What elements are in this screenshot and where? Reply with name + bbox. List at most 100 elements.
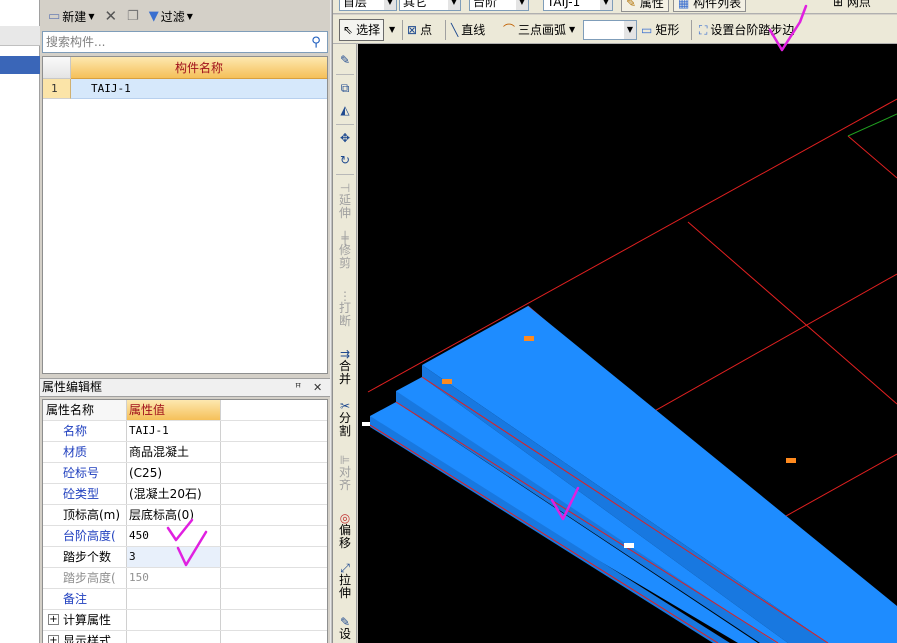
- set-button[interactable]: ✎ 设: [333, 616, 357, 641]
- marker: [624, 543, 634, 548]
- list-item[interactable]: 1 TAIJ-1: [43, 79, 327, 99]
- expand-icon[interactable]: +: [48, 614, 59, 625]
- point-label: 点: [420, 23, 433, 37]
- property-row-concrete-grade[interactable]: 砼标号 (C25): [43, 463, 327, 484]
- property-row-step-count[interactable]: 踏步个数 3: [43, 547, 327, 568]
- rectangle-label: 矩形: [655, 23, 680, 37]
- component-combo[interactable]: TAIJ-1 ▼: [543, 0, 613, 11]
- property-key: 备注: [43, 589, 127, 609]
- extend-label-2: 伸: [338, 206, 351, 220]
- property-value[interactable]: 层底标高(0): [127, 505, 221, 525]
- mirror-button[interactable]: ◭: [333, 104, 357, 116]
- component-list-button[interactable]: ▦ 构件列表: [673, 0, 747, 12]
- category-combo[interactable]: 台阶 ▼: [469, 0, 529, 11]
- component-toolbar: ▭ 新建 ▼ ✕ ❐ ▼ 过滤 ▼: [40, 4, 330, 28]
- search-icon[interactable]: ⚲: [305, 32, 327, 52]
- filter-icon: ▼: [148, 8, 159, 24]
- property-value[interactable]: 450: [127, 526, 221, 546]
- property-group-display[interactable]: + 显示样式: [43, 631, 327, 643]
- rotate-button[interactable]: ↻: [333, 154, 357, 166]
- component-panel: ▭ 新建 ▼ ✕ ❐ ▼ 过滤 ▼ ⚲ 构件名称 1 TAIJ-1: [40, 0, 330, 378]
- delete-component-button[interactable]: ✕: [102, 5, 119, 27]
- merge-label-2: 并: [338, 372, 351, 386]
- stretch-button[interactable]: ⤢ 拉 伸: [333, 562, 357, 600]
- property-value[interactable]: (混凝土20石): [127, 484, 221, 504]
- dropdown-arrow-icon: ▼: [624, 21, 636, 39]
- align-label-2: 齐: [338, 478, 351, 492]
- floor-value: 首层: [343, 0, 368, 9]
- move-icon: ✥: [339, 131, 351, 145]
- trim-label-2: 剪: [338, 256, 351, 270]
- property-group-calc[interactable]: + 计算属性: [43, 610, 327, 631]
- set-step-edge-label: 设置台阶踏步边: [710, 23, 795, 37]
- search-input[interactable]: [43, 33, 305, 51]
- merge-button[interactable]: ⇉ 合 并: [333, 348, 357, 386]
- close-icon[interactable]: ✕: [313, 379, 322, 396]
- pin-icon[interactable]: ꟸ: [295, 379, 301, 396]
- copy-button[interactable]: ⧉: [333, 82, 357, 94]
- column-header-component-name[interactable]: 构件名称: [71, 57, 327, 79]
- property-key: 踏步高度(: [43, 568, 127, 588]
- drawing-canvas[interactable]: [358, 44, 897, 643]
- align-button[interactable]: ⊫ 对 齐: [333, 454, 357, 492]
- new-component-button[interactable]: ▭ 新建 ▼: [46, 5, 96, 27]
- top-toolbar: 首层 ▼ 其它 ▼ 台阶 ▼ TAIJ-1 ▼ ✎ 属性 ▦ 构件列表 ⊞ 网点: [333, 0, 897, 14]
- floor-combo[interactable]: 首层 ▼: [339, 0, 397, 11]
- property-value[interactable]: TAIJ-1: [127, 421, 221, 441]
- toolbar-divider: [336, 124, 354, 125]
- attribute-label: 属性: [639, 0, 664, 10]
- pick-button[interactable]: ✎: [333, 54, 357, 66]
- arc-option-combo[interactable]: ▼: [583, 20, 637, 40]
- header-corner: [43, 57, 71, 79]
- property-row-material[interactable]: 材质 商品混凝土: [43, 442, 327, 463]
- set-step-edge-button[interactable]: ⛶ 设置台阶踏步边: [699, 19, 794, 41]
- type-combo[interactable]: 其它 ▼: [399, 0, 461, 11]
- split-button[interactable]: ✂ 分 割: [333, 400, 357, 438]
- attribute-button[interactable]: ✎ 属性: [621, 0, 669, 12]
- property-panel-title-bar: 属性编辑框 ꟸ ✕: [40, 379, 330, 397]
- filter-button[interactable]: ▼ 过滤 ▼: [147, 5, 195, 27]
- trim-button[interactable]: ╪ 修 剪: [333, 232, 357, 270]
- property-name-header: 属性名称: [43, 400, 127, 420]
- copy-component-button[interactable]: ❐: [125, 5, 141, 27]
- toolbar-divider: [402, 20, 403, 40]
- select-button[interactable]: ⇖ 选择: [339, 19, 385, 41]
- marker: [362, 422, 370, 426]
- point-button[interactable]: ⊠ 点: [407, 19, 432, 41]
- property-value[interactable]: 3: [127, 547, 221, 567]
- property-value: [127, 631, 221, 643]
- cursor-arrow-icon: ⇖: [343, 23, 354, 37]
- marker: [442, 379, 452, 384]
- rotate-icon: ↻: [339, 153, 351, 167]
- grid-line: [367, 98, 897, 393]
- rectangle-button[interactable]: ▭ 矩形: [641, 19, 679, 41]
- grid-line: [847, 113, 897, 137]
- line-button[interactable]: ╲ 直线: [451, 19, 485, 41]
- three-point-arc-button[interactable]: ⌒ 三点画弧 ▼: [503, 19, 575, 41]
- offset-button[interactable]: ◎ 偏 移: [333, 512, 357, 550]
- property-value[interactable]: [127, 589, 221, 609]
- nav-item[interactable]: [0, 26, 40, 46]
- property-value[interactable]: (C25): [127, 463, 221, 483]
- break-button[interactable]: ⋮ 打 断: [333, 290, 357, 328]
- property-row-name[interactable]: 名称 TAIJ-1: [43, 421, 327, 442]
- grid-point-button[interactable]: ⊞ 网点: [833, 0, 871, 11]
- component-name[interactable]: TAIJ-1: [71, 79, 327, 99]
- dropdown-arrow-icon: ▼: [88, 11, 95, 21]
- expand-icon[interactable]: +: [48, 635, 59, 643]
- marker: [524, 336, 534, 341]
- property-row-remark[interactable]: 备注: [43, 589, 327, 610]
- new-icon: ▭: [48, 8, 61, 24]
- move-button[interactable]: ✥: [333, 132, 357, 144]
- property-key: 材质: [43, 442, 127, 462]
- extend-button[interactable]: ⊣ 延 伸: [333, 182, 357, 220]
- nav-item-selected[interactable]: [0, 56, 40, 74]
- component-value: TAIJ-1: [547, 0, 581, 9]
- dropdown-arrow-icon: ▼: [516, 0, 528, 10]
- arc-icon: ⌒: [503, 23, 516, 37]
- property-row-step-height[interactable]: 台阶高度( 450: [43, 526, 327, 547]
- property-row-top-elevation[interactable]: 顶标高(m) 层底标高(0): [43, 505, 327, 526]
- select-dropdown-button[interactable]: ▼: [389, 19, 399, 41]
- property-row-concrete-type[interactable]: 砼类型 (混凝土20石): [43, 484, 327, 505]
- property-value[interactable]: 商品混凝土: [127, 442, 221, 462]
